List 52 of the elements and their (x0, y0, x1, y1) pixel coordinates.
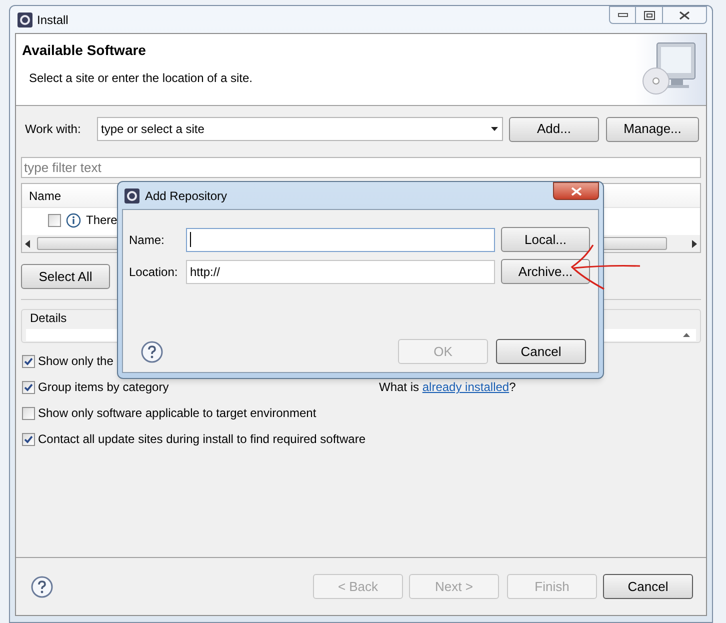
filter-field[interactable]: type filter text (21, 157, 701, 178)
field-value: http:// (190, 264, 220, 280)
work-with-label: Work with: (24, 121, 82, 138)
dialog-title: Add Repository (145, 188, 228, 204)
text-field[interactable]: http:// (186, 260, 495, 284)
wizard-button[interactable]: Cancel (603, 574, 693, 599)
scroll-up-icon[interactable] (683, 333, 690, 337)
app-icon (17, 12, 33, 28)
page-title: Available Software (22, 41, 147, 60)
browse-button[interactable]: Archive... (501, 259, 590, 284)
checkbox[interactable] (22, 432, 35, 446)
text-field[interactable] (186, 228, 495, 252)
close-button[interactable] (663, 6, 707, 24)
column-header[interactable]: Name (22, 186, 62, 204)
dialog-close-button[interactable] (553, 182, 599, 200)
site-combo-box[interactable]: type or select a site (97, 117, 503, 141)
minimize-icon (618, 13, 628, 17)
installed-note: What is already installed? (379, 379, 516, 396)
already-installed-link[interactable]: already installed (422, 380, 510, 394)
maximize-icon (644, 10, 654, 20)
checkbox[interactable] (22, 406, 35, 420)
checkbox[interactable] (22, 354, 35, 368)
maximize-button[interactable] (636, 6, 663, 24)
close-icon (570, 186, 582, 196)
scroll-right-icon[interactable] (692, 240, 697, 248)
help-icon[interactable] (31, 576, 53, 598)
option-label: Group items by category (38, 379, 169, 396)
checkbox[interactable] (48, 214, 61, 226)
window-title: Install (37, 12, 68, 28)
field-label: Name: (129, 232, 166, 248)
field-label: Location: (129, 264, 179, 280)
text-cursor (190, 232, 191, 247)
add-button[interactable]: Add... (509, 116, 599, 142)
option-label: Show only software applicable to target environment (38, 405, 316, 422)
option-label: Show only the (38, 353, 114, 370)
help-icon[interactable] (141, 340, 163, 362)
manage-button[interactable]: Manage... (606, 116, 699, 142)
page-subtitle: Select a site or enter the location of a site. (28, 70, 252, 87)
minimize-button[interactable] (609, 6, 636, 24)
browse-button[interactable]: Local... (501, 227, 590, 252)
scroll-left-icon[interactable] (25, 240, 30, 248)
option-label: Contact all update sites during install to find required software (38, 431, 366, 448)
table-cell-text: There (86, 212, 118, 229)
select-all-button[interactable]: Select All (21, 264, 110, 289)
dropdown-icon (491, 127, 498, 131)
info-icon (66, 212, 81, 228)
dialog-button[interactable]: Cancel (496, 339, 586, 364)
checkbox[interactable] (22, 380, 35, 394)
details-label: Details (29, 310, 68, 327)
close-icon (679, 10, 690, 20)
app-icon (124, 188, 140, 204)
combo-placeholder: type or select a site (101, 121, 204, 138)
